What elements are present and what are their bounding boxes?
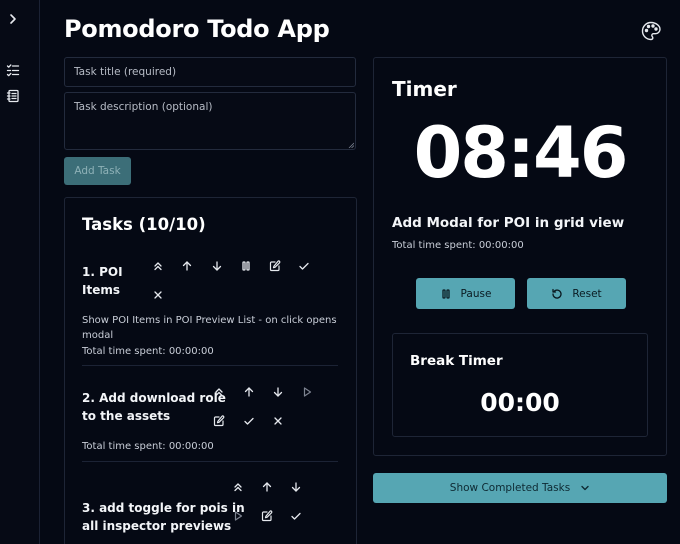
move-to-top-icon[interactable] — [231, 480, 245, 494]
notebook-icon[interactable] — [4, 87, 22, 105]
play-icon[interactable] — [231, 509, 245, 523]
task-name-line: Items — [82, 283, 120, 297]
edit-icon[interactable] — [212, 414, 226, 428]
timer-display: 08:46 — [413, 112, 629, 194]
task-time-spent: Total time spent: 00:00:00 — [82, 346, 214, 357]
task-name: 2. Add download role to the assets — [82, 389, 226, 425]
chevron-right-icon[interactable] — [4, 10, 22, 28]
break-timer-display: 00:00 — [480, 388, 560, 417]
current-task-time-spent: Total time spent: 00:00:00 — [392, 240, 524, 251]
palette-icon[interactable] — [640, 20, 662, 42]
show-completed-label: Show Completed Tasks — [449, 482, 571, 494]
pause-button[interactable]: Pause — [416, 278, 515, 309]
task-name: 3. add toggle for pois in all inspector … — [82, 499, 245, 535]
pause-icon[interactable] — [239, 259, 253, 273]
sidebar — [0, 0, 40, 544]
task-name: 1. POI Items — [82, 263, 123, 299]
move-to-top-icon[interactable] — [212, 385, 226, 399]
delete-x-icon[interactable] — [151, 288, 165, 302]
pause-icon — [441, 288, 450, 299]
task-time-spent: Total time spent: 00:00:00 — [82, 441, 214, 452]
page-title: Pomodoro Todo App — [64, 15, 330, 43]
chevron-down-icon — [581, 485, 589, 491]
edit-icon[interactable] — [260, 509, 274, 523]
task-name-line: 1. POI — [82, 265, 123, 279]
break-timer-title: Break Timer — [410, 353, 503, 369]
task-divider — [82, 461, 338, 462]
reset-button[interactable]: Reset — [527, 278, 626, 309]
play-icon[interactable] — [300, 385, 314, 399]
task-description: Show POI Items in POI Preview List - on … — [82, 313, 337, 343]
task-name-line: to the assets — [82, 409, 171, 423]
move-to-top-icon[interactable] — [151, 259, 165, 273]
task-description-input[interactable] — [64, 92, 356, 150]
checklist-icon[interactable] — [4, 61, 22, 79]
tasks-panel — [64, 197, 357, 544]
break-timer-panel — [392, 333, 648, 437]
resize-grip-icon[interactable] — [348, 142, 354, 148]
task-name-line: 3. add toggle for pois in — [82, 501, 245, 515]
task-name-line: 2. Add download role — [82, 391, 226, 405]
task-name-line: all inspector previews — [82, 519, 232, 533]
timer-title: Timer — [392, 77, 457, 101]
task-divider — [82, 365, 338, 366]
complete-check-icon[interactable] — [297, 259, 311, 273]
task-description-line: Show POI Items in POI Preview List - on … — [82, 315, 337, 326]
move-up-icon[interactable] — [180, 259, 194, 273]
complete-check-icon[interactable] — [242, 414, 256, 428]
move-down-icon[interactable] — [271, 385, 285, 399]
show-completed-tasks-button[interactable]: Show Completed Tasks — [373, 473, 667, 503]
task-description-line: modal — [82, 330, 114, 341]
move-up-icon[interactable] — [260, 480, 274, 494]
move-down-icon[interactable] — [289, 480, 303, 494]
tasks-title: Tasks (10/10) — [82, 215, 206, 234]
move-up-icon[interactable] — [242, 385, 256, 399]
add-task-button[interactable]: Add Task — [64, 157, 131, 185]
complete-check-icon[interactable] — [289, 509, 303, 523]
delete-x-icon[interactable] — [271, 414, 285, 428]
current-task-name: Add Modal for POI in grid view — [392, 215, 625, 231]
reset-button-label: Reset — [572, 287, 602, 300]
move-down-icon[interactable] — [210, 259, 224, 273]
pause-button-label: Pause — [460, 287, 492, 300]
reset-icon — [552, 288, 562, 299]
edit-icon[interactable] — [268, 259, 282, 273]
task-title-input[interactable] — [64, 57, 356, 87]
